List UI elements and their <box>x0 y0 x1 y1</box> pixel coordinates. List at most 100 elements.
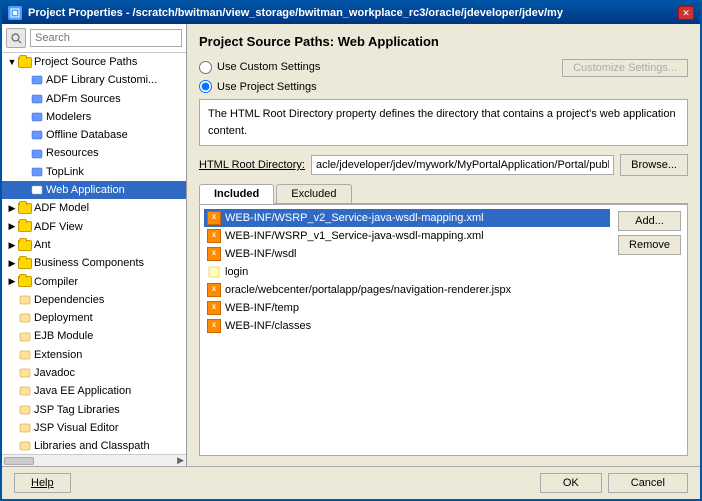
cancel-button[interactable]: Cancel <box>608 473 688 493</box>
xml-file-icon: X <box>207 229 221 243</box>
item-icon <box>30 165 44 179</box>
file-name: WEB-INF/wsdl <box>225 248 297 260</box>
item-icon <box>18 439 32 453</box>
spacer-icon <box>18 148 30 160</box>
browse-button[interactable]: Browse... <box>620 154 688 176</box>
item-icon <box>30 92 44 106</box>
file-icon <box>207 265 221 279</box>
spacer-icon <box>18 93 30 105</box>
spacer-icon <box>18 74 30 86</box>
scrollbar-thumb[interactable] <box>4 457 34 465</box>
file-item[interactable]: login <box>204 263 610 281</box>
tree-item-deployment[interactable]: Deployment <box>2 309 186 327</box>
search-icon <box>11 33 22 44</box>
spacer-icon <box>18 129 30 141</box>
expand-icon[interactable]: ▶ <box>6 221 18 233</box>
search-icon-box <box>6 28 26 48</box>
tree-item-libraries-classpath[interactable]: Libraries and Classpath <box>2 437 186 454</box>
html-root-label: HTML Root Directory: <box>199 159 305 171</box>
tab-excluded[interactable]: Excluded <box>276 184 351 203</box>
file-name: WEB-INF/WSRP_v1_Service-java-wsdl-mappin… <box>225 230 484 242</box>
title-bar: Project Properties - /scratch/bwitman/vi… <box>2 2 700 24</box>
file-item[interactable]: X WEB-INF/classes <box>204 317 610 335</box>
item-icon <box>18 348 32 362</box>
left-panel: ▼ Project Source Paths ADF Libr <box>2 24 187 466</box>
tree-label: Resources <box>46 146 99 160</box>
radio-project-settings[interactable] <box>199 80 212 93</box>
expand-icon[interactable]: ▼ <box>6 56 18 68</box>
tree-label: Web Application <box>46 183 125 197</box>
xml-file-icon: X <box>207 211 221 225</box>
file-item[interactable]: X WEB-INF/wsdl <box>204 245 610 263</box>
item-icon <box>30 147 44 161</box>
tree-item-adf-view[interactable]: ▶ ADF View <box>2 218 186 236</box>
tree-item-extension[interactable]: Extension <box>2 346 186 364</box>
help-button[interactable]: Help <box>14 473 71 493</box>
add-button[interactable]: Add... <box>618 211 681 231</box>
ok-button[interactable]: OK <box>540 473 602 493</box>
spacer-icon <box>6 367 18 379</box>
file-name: WEB-INF/classes <box>225 320 311 332</box>
tree-label: Compiler <box>34 275 78 289</box>
customize-settings-button[interactable]: Customize Settings... <box>562 59 688 77</box>
html-root-row: HTML Root Directory: Browse... <box>199 154 688 176</box>
item-icon <box>18 403 32 417</box>
tree-item-adf-library[interactable]: ADF Library Customi... <box>2 71 186 89</box>
tree-label: Java EE Application <box>34 384 131 398</box>
tree-label: ADF Library Customi... <box>46 73 157 87</box>
window-icon <box>8 6 22 20</box>
file-item[interactable]: X WEB-INF/temp <box>204 299 610 317</box>
expand-icon[interactable]: ▶ <box>6 257 18 269</box>
item-icon <box>18 311 32 325</box>
file-item[interactable]: X oracle/webcenter/portalapp/pages/navig… <box>204 281 610 299</box>
tree-item-resources[interactable]: Resources <box>2 144 186 162</box>
search-input[interactable] <box>30 29 182 47</box>
tree-item-jsp-visual-editor[interactable]: JSP Visual Editor <box>2 419 186 437</box>
tab-included[interactable]: Included <box>199 184 274 204</box>
remove-button[interactable]: Remove <box>618 235 681 255</box>
item-icon <box>30 110 44 124</box>
tree-label: JSP Visual Editor <box>34 421 119 435</box>
radio-project-label: Use Project Settings <box>217 81 317 93</box>
horizontal-scrollbar[interactable]: ▶ <box>2 454 186 466</box>
tree-item-compiler[interactable]: ▶ Compiler <box>2 273 186 291</box>
file-item[interactable]: X WEB-INF/WSRP_v1_Service-java-wsdl-mapp… <box>204 227 610 245</box>
expand-icon[interactable]: ▶ <box>6 239 18 251</box>
tree-label: Project Source Paths <box>34 55 137 69</box>
tree-item-jsp-tag-libraries[interactable]: JSP Tag Libraries <box>2 401 186 419</box>
spacer-icon <box>6 349 18 361</box>
xml-file-icon: X <box>207 319 221 333</box>
item-icon <box>30 73 44 87</box>
description-box: The HTML Root Directory property defines… <box>199 99 688 146</box>
tree-item-offline-database[interactable]: Offline Database <box>2 126 186 144</box>
html-root-input[interactable] <box>311 155 614 175</box>
expand-icon[interactable]: ▶ <box>6 276 18 288</box>
tree-item-project-source-paths[interactable]: ▼ Project Source Paths <box>2 53 186 71</box>
tree-item-toplink[interactable]: TopLink <box>2 163 186 181</box>
tree-item-ejb-module[interactable]: EJB Module <box>2 327 186 345</box>
tree-item-web-application[interactable]: Web Application <box>2 181 186 199</box>
tree-item-adfm-sources[interactable]: ADFm Sources <box>2 90 186 108</box>
tree-item-dependencies[interactable]: Dependencies <box>2 291 186 309</box>
tree-label: Javadoc <box>34 366 75 380</box>
folder-icon <box>18 256 32 270</box>
item-icon <box>18 366 32 380</box>
tree-item-ant[interactable]: ▶ Ant <box>2 236 186 254</box>
item-icon <box>18 421 32 435</box>
close-button[interactable]: ✕ <box>678 6 694 20</box>
expand-icon[interactable]: ▶ <box>6 203 18 215</box>
radio-custom-settings[interactable] <box>199 61 212 74</box>
item-icon <box>18 384 32 398</box>
tab-content: X WEB-INF/WSRP_v2_Service-java-wsdl-mapp… <box>199 204 688 456</box>
tree-item-javadoc[interactable]: Javadoc <box>2 364 186 382</box>
tree-item-business-components[interactable]: ▶ Business Components <box>2 254 186 272</box>
file-name: login <box>225 266 248 278</box>
item-icon <box>30 183 44 197</box>
file-item[interactable]: X WEB-INF/WSRP_v2_Service-java-wsdl-mapp… <box>204 209 610 227</box>
tree-item-adf-model[interactable]: ▶ ADF Model <box>2 199 186 217</box>
spacer-icon <box>6 440 18 452</box>
tree-label: Business Components <box>34 256 144 270</box>
tree-item-modelers[interactable]: Modelers <box>2 108 186 126</box>
folder-icon <box>18 55 32 69</box>
tree-item-java-ee-application[interactable]: Java EE Application <box>2 382 186 400</box>
